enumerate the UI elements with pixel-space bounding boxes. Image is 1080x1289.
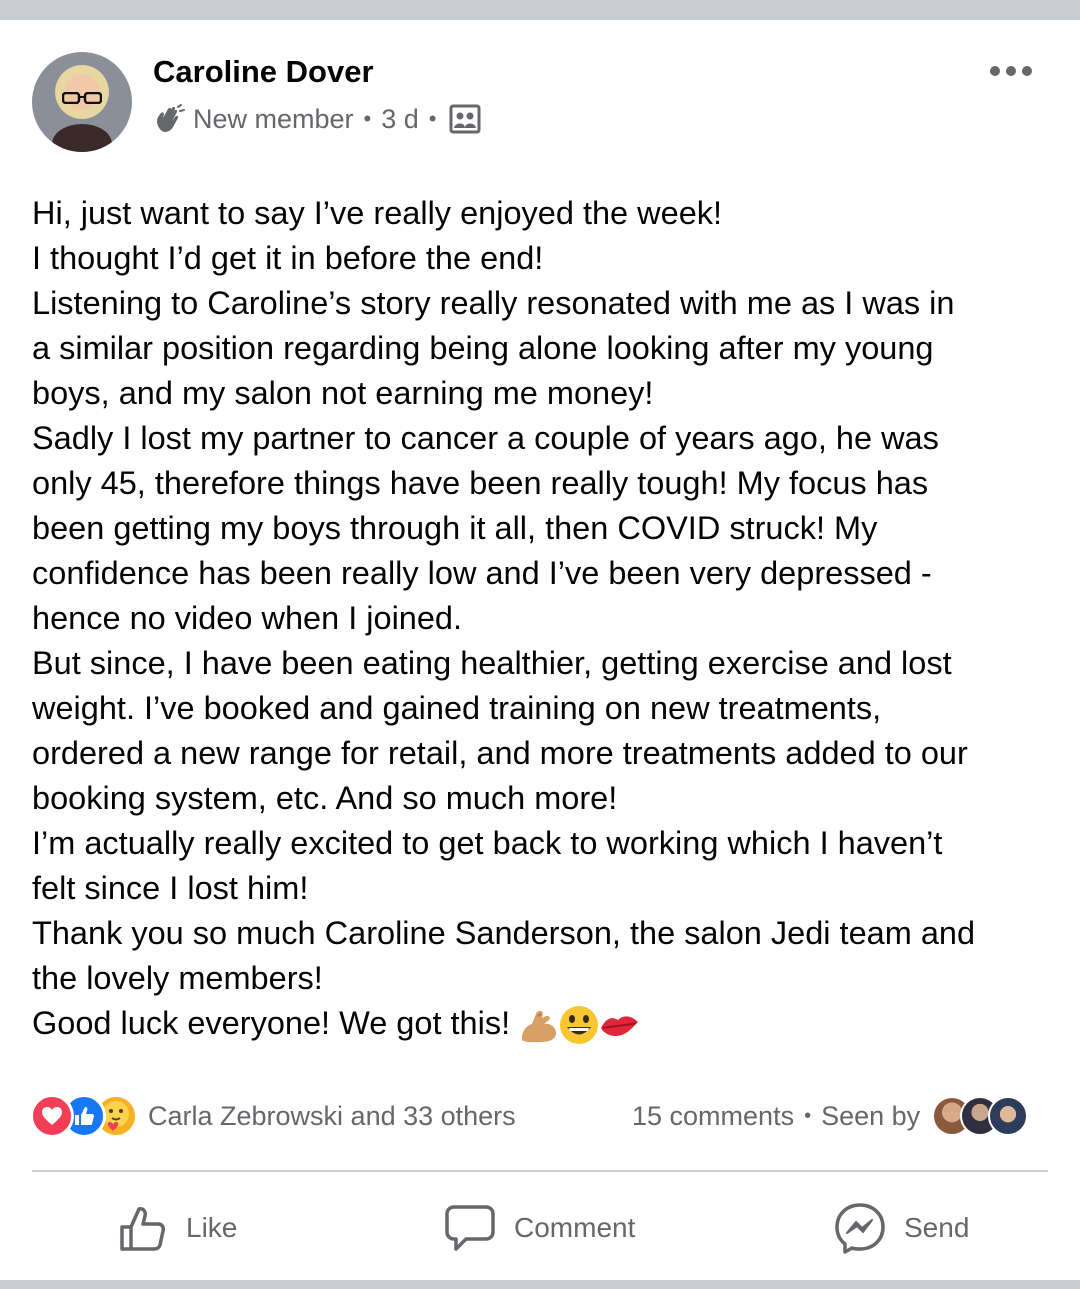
post-meta: New member • 3 d • (153, 101, 481, 137)
like-button[interactable]: Like (118, 1200, 237, 1256)
post-line: But since, I have been eating healthier,… (32, 645, 952, 681)
post-line: hence no video when I joined. (32, 600, 463, 636)
messenger-icon (835, 1203, 885, 1254)
post-line: been getting my boys through it all, the… (32, 510, 878, 546)
avatar-shirt (52, 124, 112, 152)
more-options-icon[interactable] (988, 62, 1034, 80)
separator-dot: • (804, 1104, 812, 1127)
author-avatar[interactable] (32, 52, 132, 152)
like-icon (120, 1207, 165, 1251)
post-body: Hi, just want to say I’ve really enjoyed… (32, 191, 1062, 1046)
send-label: Send (904, 1212, 970, 1243)
post-line: a similar position regarding being alone… (32, 330, 934, 366)
post-timestamp[interactable]: 3 d (381, 104, 419, 135)
send-button[interactable]: Send (834, 1200, 969, 1256)
action-divider (32, 1170, 1048, 1172)
post-line: Thank you so much Caroline Sanderson, th… (32, 915, 976, 951)
member-badge: New member (193, 103, 354, 134)
post-line: I’m actually really excited to get back … (32, 825, 943, 861)
post-line: confidence has been really low and I’ve … (32, 555, 932, 591)
comments-count[interactable]: 15 comments (632, 1101, 794, 1132)
bottom-separator (0, 1280, 1080, 1289)
post-stats: 15 comments • Seen by (632, 1094, 1029, 1138)
comment-icon (445, 1205, 495, 1251)
post-line: the lovely members! (32, 960, 323, 996)
post-line: weight. I’ve booked and gained training … (32, 690, 882, 726)
separator-dot: • (363, 106, 372, 131)
post-line: ordered a new range for retail, and more… (32, 735, 968, 771)
post-line: Sadly I lost my partner to cancer a coup… (32, 420, 939, 456)
post-line: boys, and my salon not earning me money! (32, 375, 654, 411)
seen-by-label[interactable]: Seen by (821, 1101, 920, 1132)
flexed-biceps-icon (521, 1011, 557, 1043)
grinning-face-icon (560, 1006, 599, 1045)
post-line: Hi, just want to say I’ve really enjoyed… (32, 195, 723, 231)
comment-button[interactable]: Comment (444, 1200, 635, 1256)
avatar-glasses (62, 92, 102, 104)
love-reaction-icon (30, 1094, 74, 1138)
comment-label: Comment (514, 1212, 636, 1243)
post-line: booking system, etc. And so much more! (32, 780, 618, 816)
post-line: only 45, therefore things have been real… (32, 465, 929, 501)
post-line: Listening to Caroline’s story really res… (32, 285, 955, 321)
top-separator (0, 0, 1080, 20)
post-line-text: Good luck everyone! We got this! (32, 1005, 511, 1041)
post-line: felt since I lost him! (32, 870, 309, 906)
viewer-avatar (988, 1096, 1029, 1136)
group-audience-icon (449, 104, 480, 134)
reactions-count-text[interactable]: Carla Zebrowski and 33 others (148, 1101, 516, 1132)
kiss-mark-icon (601, 1016, 639, 1037)
reactions-summary[interactable]: Carla Zebrowski and 33 others (30, 1094, 516, 1138)
seen-by-avatars[interactable] (932, 1096, 1029, 1136)
post-line-last: Good luck everyone! We got this! (32, 1001, 1062, 1046)
post-line: I thought I’d get it in before the end! (32, 240, 544, 276)
separator-dot: • (428, 106, 437, 131)
emoji-row (518, 1004, 639, 1046)
like-label: Like (186, 1212, 238, 1243)
author-name[interactable]: Caroline Dover (153, 54, 374, 90)
waving-hand-icon (157, 104, 185, 132)
